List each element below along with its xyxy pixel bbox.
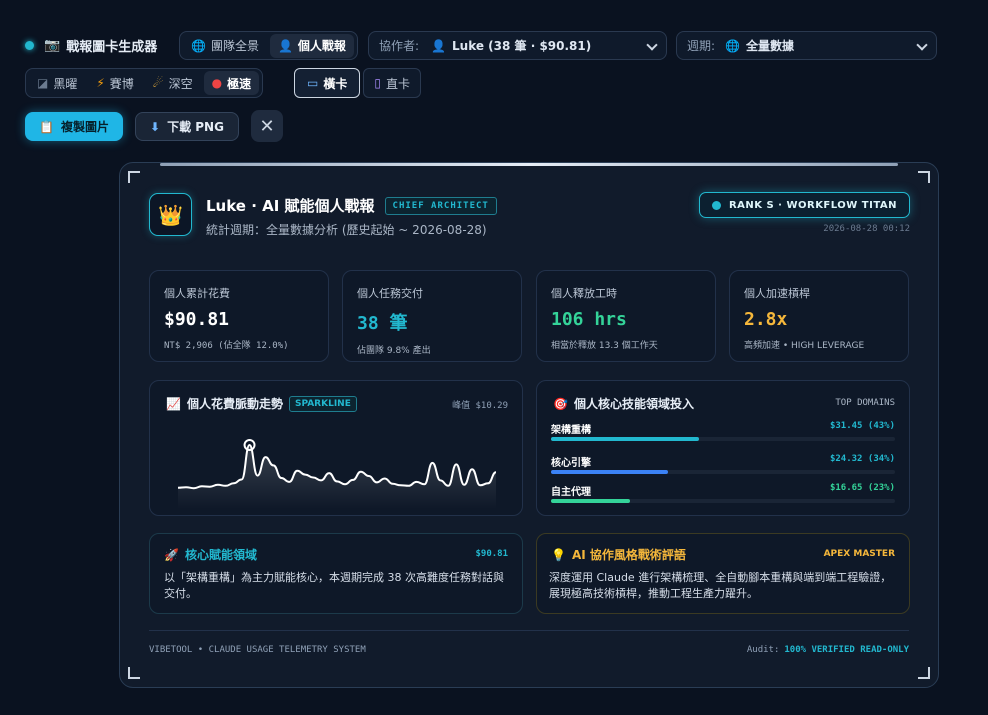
portrait-card-icon: ▯ xyxy=(374,76,381,90)
top-domains-label: TOP DOMAINS xyxy=(835,398,895,408)
rocket-icon: 🚀 xyxy=(164,547,179,562)
layout-landscape[interactable]: ▭ 橫卡 xyxy=(294,68,361,98)
domain-bar xyxy=(551,437,895,441)
style-text: 深度運用 Claude 進行架構梳理、全自動腳本重構與端到端工程驗證，展現極高技… xyxy=(549,571,892,600)
status-dot xyxy=(25,41,34,50)
corner-bracket xyxy=(918,171,930,183)
chevron-down-icon xyxy=(916,39,928,51)
trend-header: 📈 個人花費脈動走勢 SPARKLINE xyxy=(166,395,357,412)
lightbulb-icon: 💡 xyxy=(551,547,566,562)
domain-bar xyxy=(551,470,895,474)
camera-icon: 📷 xyxy=(44,38,61,53)
chart-icon: 📈 xyxy=(166,396,181,411)
apex-badge: APEX MASTER xyxy=(823,549,895,559)
footer-divider xyxy=(149,630,909,631)
view-tab-group: 🌐 團隊全景 👤 個人戰報 xyxy=(179,31,358,60)
rank-badge: RANK S · WORKFLOW TITAN xyxy=(698,192,910,218)
crown-icon: 👑 xyxy=(158,202,183,227)
domain-bar-fill xyxy=(551,437,699,441)
user-icon: 👤 xyxy=(277,38,293,53)
domain-value: $16.65 (23%) xyxy=(829,483,895,493)
layout-group: ▭ 橫卡 ▯ 直卡 xyxy=(294,68,421,98)
card-header: Luke · AI 賦能個人戰報 CHIEF ARCHITECT xyxy=(206,195,497,216)
domain-bar-fill xyxy=(551,470,668,474)
stat-card: 個人累計花費 $90.81 NT$ 2,906 (佔全隊 12.0%) xyxy=(149,270,329,362)
footer-brand: VIBETOOL • CLAUDE USAGE TELEMETRY SYSTEM xyxy=(149,645,366,655)
close-icon: ✕ xyxy=(259,115,275,137)
download-png-button[interactable]: ⬇ 下載 PNG xyxy=(135,112,239,141)
style-header: 💡 AI 協作風格戰術評語 xyxy=(551,547,686,563)
style-panel: 💡 AI 協作風格戰術評語 APEX MASTER 深度運用 Claude 進行… xyxy=(536,533,910,614)
corner-bracket xyxy=(128,667,140,679)
theme-speed[interactable]: ● 極速 xyxy=(203,71,260,95)
theme-deep-space[interactable]: ☄ 深空 xyxy=(145,71,201,95)
stat-card: 個人釋放工時 106 hrs 相當於釋放 13.3 個工作天 xyxy=(536,270,716,362)
target-icon: 🎯 xyxy=(553,396,568,411)
period-select[interactable]: 週期: 🌐 全量數據 xyxy=(676,31,937,60)
corner-bracket xyxy=(918,667,930,679)
close-button[interactable]: ✕ xyxy=(251,110,283,142)
domain-bar-fill xyxy=(551,499,631,503)
theme-group: ◪ 黑曜 ⚡ 賽博 ☄ 深空 ● 極速 xyxy=(25,68,264,98)
theme-cyber[interactable]: ⚡ 賽博 xyxy=(88,71,141,95)
stat-card: 個人加速槓桿 2.8x 高頻加速 • HIGH LEVERAGE xyxy=(729,270,909,362)
core-text: 以「架構重構」為主力賦能核心，本週期完成 38 次高難度任務對話與交付。 xyxy=(164,571,504,600)
core-header: 🚀 核心賦能領域 xyxy=(164,547,257,563)
report-card: 👑 Luke · AI 賦能個人戰報 CHIEF ARCHITECT 統計週期：… xyxy=(119,162,939,688)
chevron-down-icon xyxy=(646,39,658,51)
corner-bracket xyxy=(128,171,140,183)
domain-value: $24.32 (34%) xyxy=(829,454,895,464)
user-icon: 👤 xyxy=(431,38,446,53)
peak-value: 峰值 $10.29 xyxy=(452,401,508,411)
timestamp: 2026-08-28 00:12 xyxy=(823,224,910,234)
landscape-card-icon: ▭ xyxy=(307,76,319,90)
lightning-icon: ⚡ xyxy=(96,76,105,90)
domain-value: $31.45 (43%) xyxy=(829,421,895,431)
sparkline-chart xyxy=(177,439,497,509)
trend-panel: 📈 個人花費脈動走勢 SPARKLINE 峰值 $10.29 xyxy=(149,380,523,516)
card-top-accent xyxy=(160,163,898,166)
core-amount: $90.81 xyxy=(475,549,508,559)
tab-personal-report[interactable]: 👤 個人戰報 xyxy=(269,33,354,58)
domain-name: 自主代理 xyxy=(551,487,591,498)
sparkline-area xyxy=(178,445,496,509)
app-title: 📷 戰報圖卡生成器 xyxy=(44,38,158,55)
comet-icon: ☄ xyxy=(152,76,164,90)
avatar: 👑 xyxy=(149,193,192,236)
domain-bar xyxy=(551,499,895,503)
domain-name: 架構重構 xyxy=(551,425,591,436)
download-icon: ⬇ xyxy=(150,119,161,134)
speed-icon: ● xyxy=(211,76,223,90)
audit-status: Audit: 100% VERIFIED READ-ONLY xyxy=(746,645,909,655)
card-subtitle: 統計週期：全量數據分析 (歷史起始 ~ 2026-08-28) xyxy=(206,223,487,237)
domain-panel: 🎯 個人核心技能領域投入 TOP DOMAINS 架構重構 $31.45 (43… xyxy=(536,380,910,516)
card-title: Luke · AI 賦能個人戰報 xyxy=(206,197,375,215)
sparkline-line xyxy=(177,444,497,490)
clipboard-icon: 📋 xyxy=(39,119,54,134)
stat-card: 個人任務交付 38 筆 佔團隊 9.8% 產出 xyxy=(342,270,522,362)
rank-dot xyxy=(711,200,721,210)
copy-image-button[interactable]: 📋 複製圖片 xyxy=(25,112,123,141)
role-badge: CHIEF ARCHITECT xyxy=(384,196,497,215)
sparkline-badge: SPARKLINE xyxy=(288,395,357,412)
globe-icon: 🌐 xyxy=(191,38,206,53)
domain-name: 核心引擎 xyxy=(551,458,591,469)
collaborator-select[interactable]: 協作者: 👤 Luke (38 筆 · $90.81) xyxy=(368,31,667,60)
obsidian-icon: ◪ xyxy=(37,76,49,90)
globe-icon: 🌐 xyxy=(725,38,740,53)
core-panel: 🚀 核心賦能領域 $90.81 以「架構重構」為主力賦能核心，本週期完成 38 … xyxy=(149,533,523,614)
domain-header: 🎯 個人核心技能領域投入 xyxy=(553,396,694,412)
theme-obsidian[interactable]: ◪ 黑曜 xyxy=(29,71,85,95)
tab-team-overview[interactable]: 🌐 團隊全景 xyxy=(183,34,267,58)
layout-portrait[interactable]: ▯ 直卡 xyxy=(363,68,421,98)
